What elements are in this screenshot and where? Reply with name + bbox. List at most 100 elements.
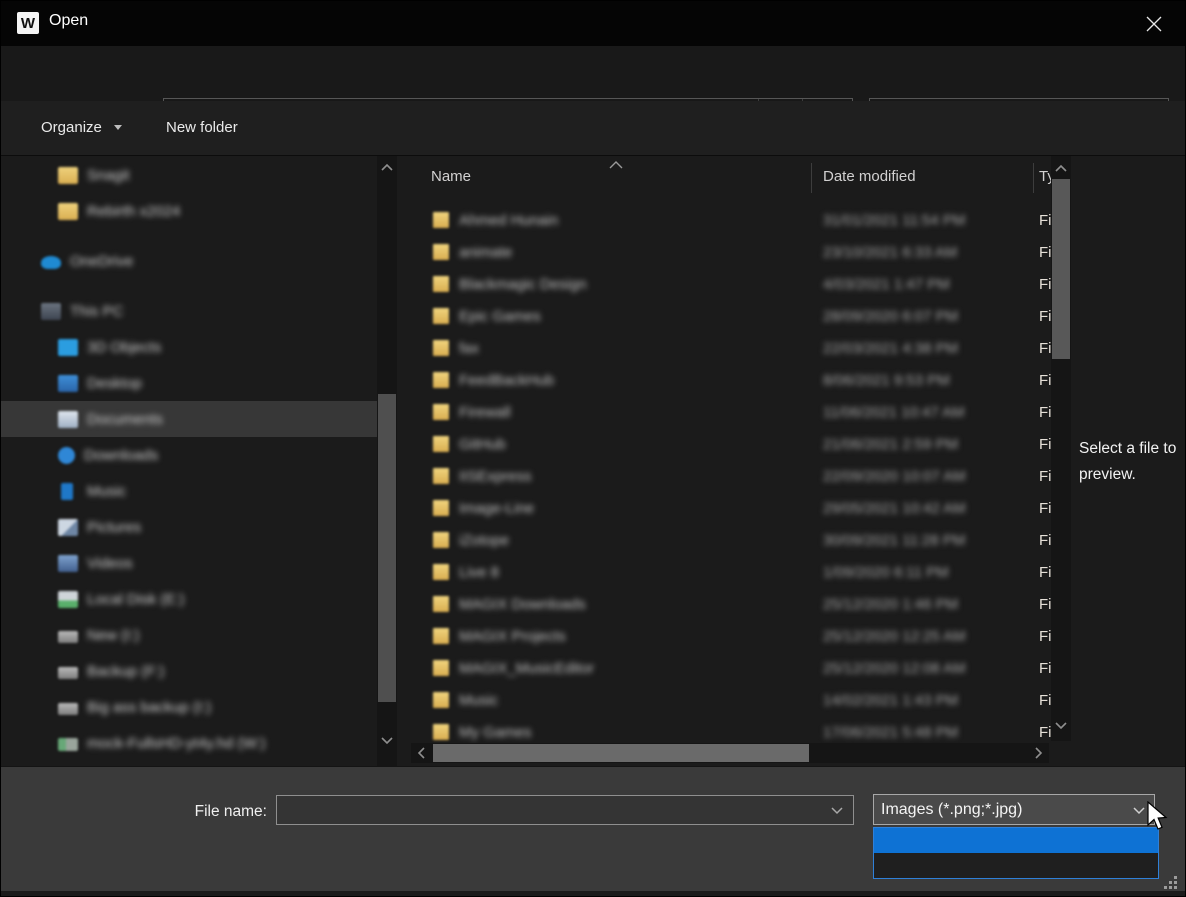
sidebar-item-icon — [58, 519, 78, 536]
window-title: Open — [49, 12, 88, 30]
scroll-left-icon[interactable] — [411, 744, 431, 762]
resize-grip-icon[interactable] — [1163, 875, 1177, 889]
sidebar-item[interactable]: Pictures — [1, 509, 377, 545]
sidebar-item-label: OneDrive — [70, 253, 133, 270]
file-type: File folder — [1039, 436, 1051, 453]
sidebar-item[interactable]: Snagit — [1, 157, 377, 193]
sidebar-item-label: Videos — [87, 555, 133, 572]
file-date-modified: 8/06/2021 9:53 PM — [823, 372, 950, 389]
folder-icon — [433, 276, 449, 292]
sidebar-item-icon — [58, 411, 78, 428]
file-type-selected-value: Images (*.png;*.jpg) — [881, 801, 1022, 819]
sidebar-scrollbar[interactable] — [377, 156, 397, 766]
dialog-footer: File name: Images (*.png;*.jpg) — [1, 766, 1185, 891]
new-folder-button[interactable]: New folder — [166, 119, 238, 136]
file-row[interactable]: Firewall 11/06/2021 10:47 AM File folder — [409, 396, 1051, 428]
organize-button[interactable]: Organize — [41, 119, 122, 136]
sidebar-item-icon — [58, 667, 78, 679]
folder-icon — [433, 596, 449, 612]
file-row[interactable]: Epic Games 28/09/2020 6:07 PM File folde… — [409, 300, 1051, 332]
sidebar-item[interactable]: Downloads — [1, 437, 377, 473]
file-name: MAGIX Downloads — [459, 596, 586, 613]
file-name-input[interactable] — [281, 796, 821, 824]
horizontal-scrollbar-thumb[interactable] — [433, 744, 809, 762]
file-type-option[interactable] — [874, 853, 1158, 878]
sidebar-item[interactable]: New (I:) — [1, 617, 377, 653]
list-scrollbar-thumb[interactable] — [1052, 179, 1070, 359]
list-horizontal-scrollbar[interactable] — [411, 743, 1049, 763]
file-row[interactable]: iZotope 30/09/2021 11:28 PM File folder — [409, 524, 1051, 556]
file-row[interactable]: Music 14/02/2021 1:43 PM File folder — [409, 684, 1051, 716]
sidebar-item-label: Documents — [87, 411, 163, 428]
sidebar-item-icon — [58, 203, 78, 220]
file-type: File folder — [1039, 372, 1051, 389]
column-header-name[interactable]: Name — [431, 168, 471, 185]
sidebar-item-icon — [58, 591, 78, 608]
file-type: File folder — [1039, 660, 1051, 677]
sidebar-item[interactable]: Big ass backup (I:) — [1, 689, 377, 725]
folder-icon — [433, 660, 449, 676]
list-vertical-scrollbar[interactable] — [1051, 156, 1071, 741]
file-type: File folder — [1039, 692, 1051, 709]
file-name: MAGIX_MusicEditor — [459, 660, 594, 677]
file-name: MAGIX Projects — [459, 628, 566, 645]
scroll-up-icon[interactable] — [1051, 159, 1071, 177]
file-type: File folder — [1039, 212, 1051, 229]
scroll-down-icon[interactable] — [377, 732, 397, 750]
folder-icon — [433, 436, 449, 452]
file-row[interactable]: IISExpress 22/09/2020 10:07 AM File fold… — [409, 460, 1051, 492]
sidebar-item[interactable]: Rebirth x2024 — [1, 193, 377, 229]
sidebar-item-icon — [58, 738, 78, 751]
sidebar-item[interactable]: Documents — [1, 401, 377, 437]
file-row[interactable]: Blackmagic Design 4/03/2021 1:47 PM File… — [409, 268, 1051, 300]
file-row[interactable]: fax 22/03/2021 4:38 PM File folder — [409, 332, 1051, 364]
file-type-option[interactable] — [874, 828, 1158, 853]
sidebar-item-label: Pictures — [87, 519, 141, 536]
file-row[interactable]: Ahmed Hunain 31/01/2021 11:54 PM File fo… — [409, 204, 1051, 236]
sidebar-item-label: 3D Objects — [87, 339, 161, 356]
folder-icon — [433, 212, 449, 228]
file-row[interactable]: MAGIX_MusicEditor 25/12/2020 12:08 AM Fi… — [409, 652, 1051, 684]
sidebar-item[interactable]: mock-FullsHD-yt4y.hd (W:) — [1, 725, 377, 761]
file-row[interactable]: FeedBackHub 8/06/2021 9:53 PM File folde… — [409, 364, 1051, 396]
file-name: My Games — [459, 724, 532, 741]
file-name-label: File name: — [161, 803, 267, 821]
sidebar-item[interactable]: Backup (F:) — [1, 653, 377, 689]
file-date-modified: 22/03/2021 4:38 PM — [823, 340, 958, 357]
sidebar-item-label: Rebirth x2024 — [87, 203, 180, 220]
file-type-select[interactable]: Images (*.png;*.jpg) — [873, 794, 1155, 825]
file-row[interactable]: MAGIX Projects 25/12/2020 12:25 AM File … — [409, 620, 1051, 652]
file-list: Name Date modified Type Ahmed Hunain 31/… — [409, 156, 1051, 766]
sidebar-item[interactable]: Music — [1, 473, 377, 509]
file-name-dropdown-icon[interactable] — [831, 807, 843, 815]
sidebar-item-label: Big ass backup (I:) — [87, 699, 211, 716]
sidebar-item[interactable]: 3D Objects — [1, 329, 377, 365]
file-name: Epic Games — [459, 308, 541, 325]
sidebar-item-icon — [58, 375, 78, 392]
scroll-right-icon[interactable] — [1029, 744, 1049, 762]
sidebar-item[interactable]: Videos — [1, 545, 377, 581]
file-row[interactable]: Image-Line 29/05/2021 10:42 AM File fold… — [409, 492, 1051, 524]
scroll-up-icon[interactable] — [377, 158, 397, 176]
sidebar-item[interactable]: This PC — [1, 293, 377, 329]
column-header-date-modified[interactable]: Date modified — [823, 168, 916, 185]
scroll-down-icon[interactable] — [1051, 717, 1071, 735]
preview-pane: Select a file to preview. — [1073, 156, 1186, 766]
sidebar-item[interactable]: Local Disk (E:) — [1, 581, 377, 617]
sort-ascending-icon — [609, 156, 623, 173]
close-button[interactable] — [1139, 9, 1169, 39]
sidebar-item-icon — [58, 703, 78, 715]
sidebar-item-icon — [41, 303, 61, 320]
sidebar-item[interactable]: OneDrive — [1, 243, 377, 279]
sidebar-item[interactable]: Desktop — [1, 365, 377, 401]
file-name-combobox[interactable] — [276, 795, 854, 825]
file-row[interactable]: MAGIX Downloads 25/12/2020 1:46 PM File … — [409, 588, 1051, 620]
file-row[interactable]: My Games 17/06/2021 5:48 PM File folder — [409, 716, 1051, 743]
file-row[interactable]: Live 8 1/09/2020 6:11 PM File folder — [409, 556, 1051, 588]
file-type: File folder — [1039, 276, 1051, 293]
folder-icon — [433, 468, 449, 484]
file-row[interactable]: animate 23/10/2021 6:33 AM File folder — [409, 236, 1051, 268]
sidebar-scrollbar-thumb[interactable] — [378, 394, 396, 702]
file-row[interactable]: GitHub 21/06/2021 2:59 PM File folder — [409, 428, 1051, 460]
file-date-modified: 25/12/2020 12:08 AM — [823, 660, 966, 677]
